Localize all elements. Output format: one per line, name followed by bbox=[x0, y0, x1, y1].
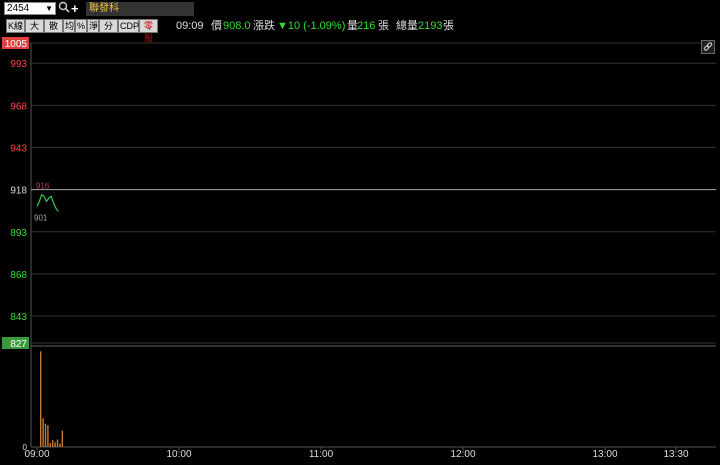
change-label: 漲跌 bbox=[253, 20, 275, 32]
volume-bar bbox=[54, 442, 56, 447]
plus-icon[interactable]: + bbox=[71, 1, 81, 16]
chevron-down-icon[interactable]: ▼ bbox=[45, 3, 53, 14]
price-line bbox=[36, 193, 59, 212]
tab-percent[interactable]: % bbox=[75, 19, 87, 33]
tab-kline[interactable]: K線 bbox=[6, 19, 25, 33]
toolbar-bottom: K線 大戶 散戶 均 % 淨 分價 CDP 零股 09:09 價 908.0 漲… bbox=[0, 18, 720, 43]
volume-bar bbox=[49, 442, 51, 447]
price-tick-label: 1005 bbox=[5, 39, 28, 50]
volume-bar bbox=[59, 443, 61, 447]
volume-bar bbox=[44, 423, 47, 447]
price-tick-label: 943 bbox=[10, 143, 27, 154]
intraday-chart: 1005 993 968 943 918 893 868 843 827 916 901 0 09:00… bbox=[0, 36, 720, 460]
total-volume-label: 總量 bbox=[396, 20, 418, 32]
price-tick-label: 868 bbox=[10, 270, 27, 281]
stock-code-input[interactable]: 2454 ▼ bbox=[4, 2, 56, 15]
toolbar-top: 2454 ▼ + 聯發科 bbox=[0, 0, 720, 18]
time-axis-label: 09:00 bbox=[24, 449, 49, 460]
link-icon[interactable] bbox=[701, 40, 715, 54]
chart-canvas: 1005993968943918893868843827916901009:00… bbox=[2, 37, 716, 460]
tab-retail[interactable]: 散戶 bbox=[44, 19, 63, 43]
volume-unit: 張 bbox=[378, 20, 389, 32]
tab-price-distribution[interactable]: 分價 bbox=[99, 19, 118, 43]
total-volume-value: 2193 bbox=[418, 20, 443, 32]
tab-net[interactable]: 淨 bbox=[87, 19, 99, 33]
price-tick-label: 827 bbox=[10, 339, 27, 350]
low-price-label: 901 bbox=[34, 214, 48, 223]
price-tick-label: 893 bbox=[10, 228, 27, 239]
time-axis-label: 13:00 bbox=[592, 449, 617, 460]
high-price-label: 916 bbox=[36, 182, 50, 191]
time-axis-label: 10:00 bbox=[166, 449, 191, 460]
price-label: 價 bbox=[211, 20, 222, 32]
volume-bar bbox=[40, 351, 42, 447]
price-tick-label: 918 bbox=[10, 186, 27, 197]
search-icon[interactable] bbox=[58, 1, 72, 16]
stock-name: 聯發科 bbox=[86, 2, 194, 16]
chart-mode-tabs: K線 大戶 散戶 均 % 淨 分價 CDP 零股 bbox=[6, 19, 158, 43]
tab-average[interactable]: 均 bbox=[63, 19, 75, 33]
stock-code-value: 2454 bbox=[7, 3, 30, 14]
time-axis-label: 13:30 bbox=[663, 449, 688, 460]
tab-big-holders[interactable]: 大戶 bbox=[25, 19, 44, 43]
volume-value: 216 bbox=[357, 20, 376, 32]
price-tick-label: 993 bbox=[10, 59, 27, 70]
volume-bar bbox=[52, 440, 54, 447]
volume-bar bbox=[42, 418, 44, 447]
price-value: 908.0 bbox=[223, 20, 251, 32]
price-tick-label: 968 bbox=[10, 101, 27, 112]
price-tick-label: 843 bbox=[10, 312, 27, 323]
change-value: ▼10 (-1.09%) bbox=[277, 20, 346, 32]
total-volume-unit: 張 bbox=[443, 20, 454, 32]
time-axis-label: 11:00 bbox=[309, 449, 334, 460]
quote-time: 09:09 bbox=[176, 20, 204, 32]
tab-odd-lot[interactable]: 零股 bbox=[139, 19, 158, 43]
volume-bar bbox=[61, 430, 63, 447]
time-axis-label: 12:00 bbox=[450, 449, 475, 460]
volume-bar bbox=[47, 425, 49, 447]
volume-bar bbox=[56, 439, 59, 447]
tab-cdp[interactable]: CDP bbox=[118, 19, 139, 33]
